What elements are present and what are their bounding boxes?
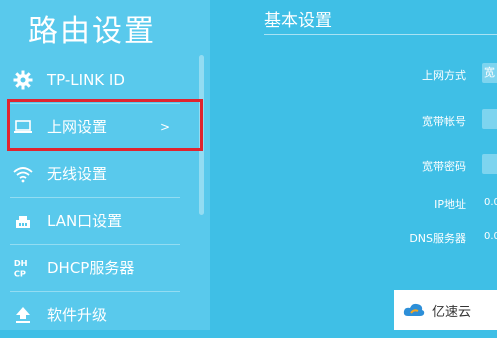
dns-server-label: DNS服务器: [409, 232, 466, 245]
sidebar-item-label: DHCP服务器: [47, 259, 135, 277]
password-input[interactable]: [482, 154, 497, 174]
watermark-text: 亿速云: [432, 304, 472, 320]
svg-text:DH: DH: [14, 258, 28, 268]
selection-highlight-box: [7, 99, 203, 151]
title-divider: [264, 34, 497, 35]
sidebar-item-label: 无线设置: [47, 165, 108, 183]
password-label: 宽带密码: [422, 160, 466, 173]
dns-server-value: 0.0: [484, 231, 497, 242]
wifi-icon: [12, 163, 34, 185]
lan-icon: [12, 210, 34, 232]
upload-icon: [12, 304, 34, 326]
connection-type-select[interactable]: 宽: [482, 63, 497, 83]
sidebar-item-label: LAN口设置: [47, 212, 123, 230]
main-panel: 基本设置 上网方式 宽 宽带帐号 宽带密码 IP地址 0.0 DNS服务器 0.…: [210, 0, 497, 330]
connection-type-value: 宽: [484, 66, 495, 79]
page-title: 基本设置: [264, 11, 332, 31]
sidebar-item-software-upgrade[interactable]: 软件升级: [0, 292, 192, 338]
sidebar: 路由设置 TP-LINK ID 上网设置 > 无线设置 LAN口设置 DH CP…: [0, 0, 210, 330]
sidebar-item-label: 软件升级: [47, 306, 108, 324]
svg-text:CP: CP: [14, 268, 26, 278]
ip-address-label: IP地址: [434, 198, 466, 211]
sidebar-item-tplink-id[interactable]: TP-LINK ID: [0, 57, 192, 103]
sidebar-item-wireless-settings[interactable]: 无线设置: [0, 151, 192, 197]
sidebar-item-dhcp-server[interactable]: DH CP DHCP服务器: [0, 245, 192, 291]
connection-type-label: 上网方式: [422, 69, 466, 82]
ip-address-value: 0.0: [484, 197, 497, 208]
account-label: 宽带帐号: [422, 115, 466, 128]
account-input[interactable]: [482, 109, 497, 129]
sidebar-item-label: TP-LINK ID: [47, 71, 125, 89]
sidebar-item-lan-settings[interactable]: LAN口设置: [0, 198, 192, 244]
watermark: 亿速云: [394, 290, 497, 330]
gear-icon: [12, 69, 34, 91]
cloud-logo-icon: [402, 301, 426, 319]
dhcp-icon: DH CP: [12, 257, 34, 279]
sidebar-title: 路由设置: [28, 14, 156, 49]
